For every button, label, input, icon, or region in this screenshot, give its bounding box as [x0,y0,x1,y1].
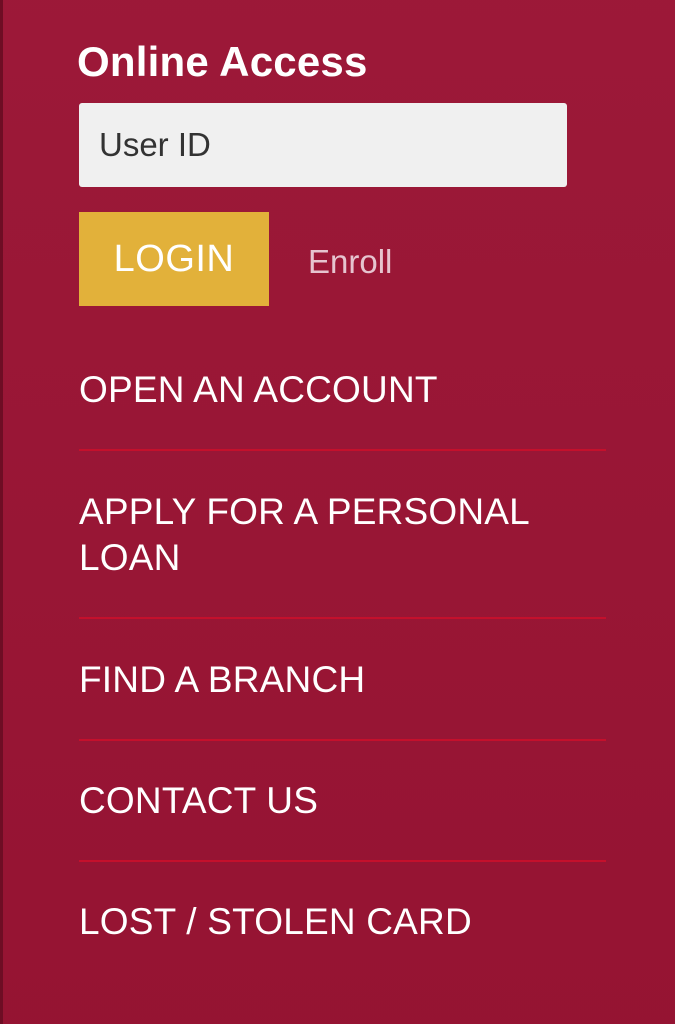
nav-item-find-a-branch[interactable]: FIND A BRANCH [79,657,606,703]
login-button[interactable]: LOGIN [79,212,269,306]
user-id-input[interactable] [79,103,567,187]
nav-divider [79,617,606,619]
enroll-link[interactable]: Enroll [308,243,392,281]
nav-divider [79,860,606,862]
nav-item-apply-personal-loan[interactable]: APPLY FOR A PERSONAL LOAN [79,489,599,581]
nav-item-contact-us[interactable]: CONTACT US [79,778,606,824]
online-access-heading: Online Access [77,38,368,85]
nav-divider [79,449,606,451]
nav-divider [79,739,606,741]
nav-item-open-an-account[interactable]: OPEN AN ACCOUNT [79,367,606,413]
nav-item-lost-stolen-card[interactable]: LOST / STOLEN CARD [79,899,606,945]
online-access-panel: Online Access LOGIN Enroll OPEN AN ACCOU… [0,0,675,1024]
